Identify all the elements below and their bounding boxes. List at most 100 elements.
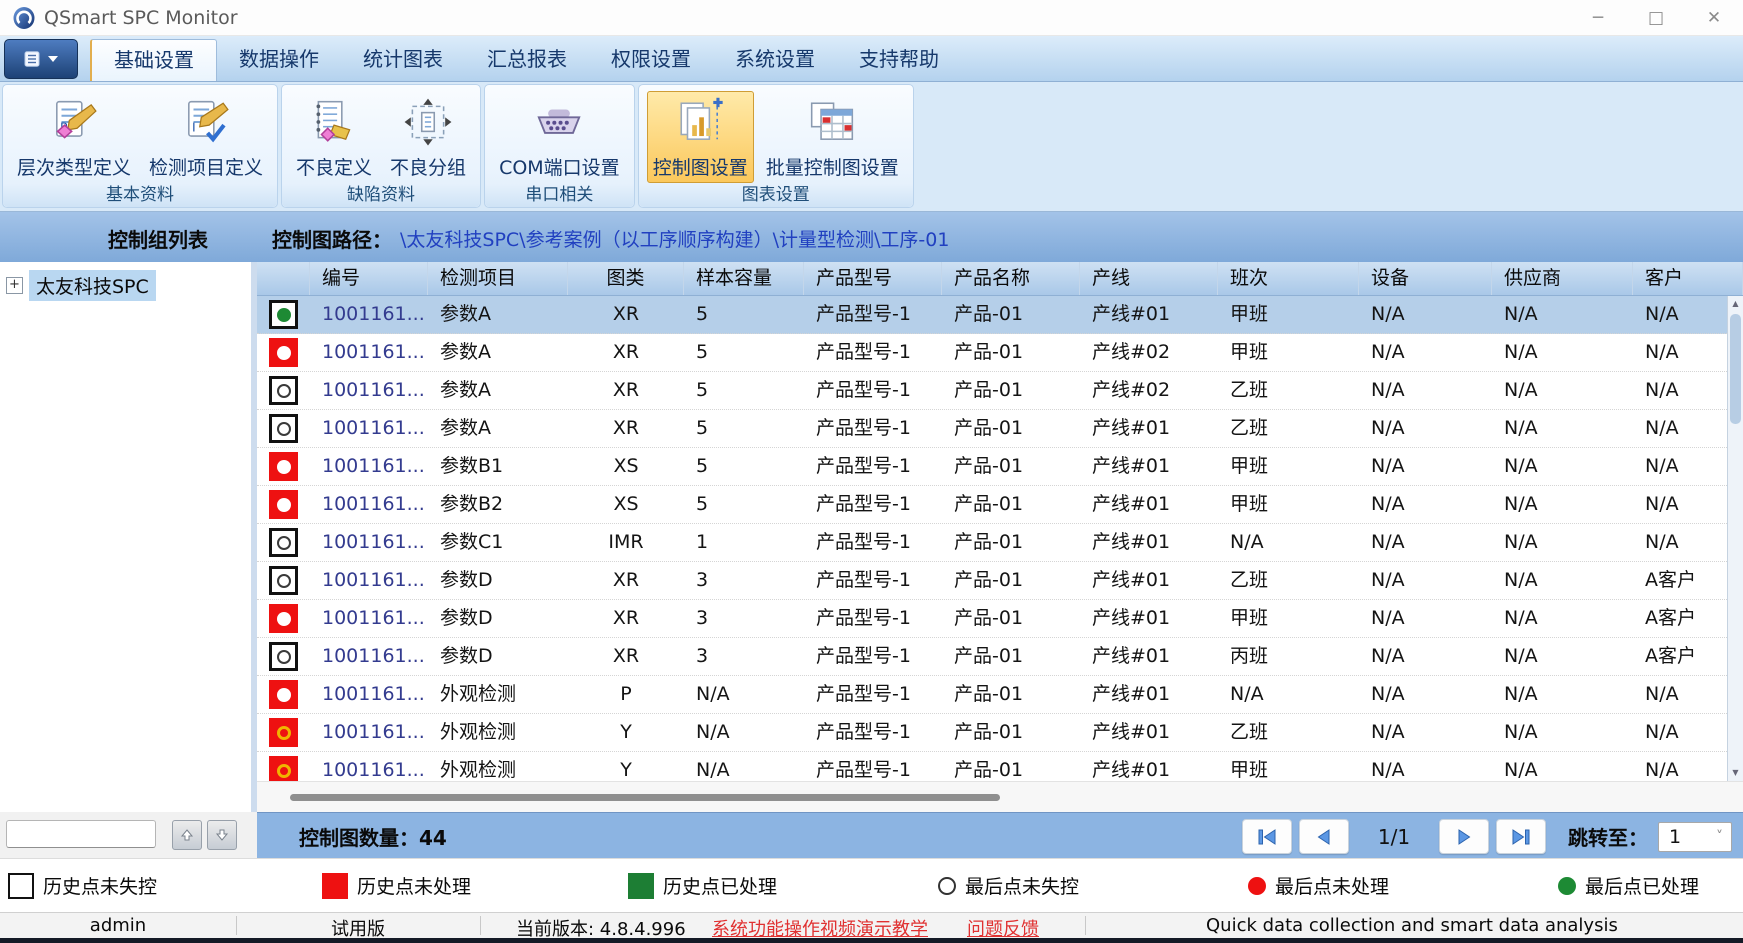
file-menu-button[interactable] (4, 39, 78, 79)
column-header-supplier[interactable]: 供应商 (1492, 262, 1633, 295)
cell-supplier: N/A (1492, 296, 1633, 333)
tab-support-help[interactable]: 支持帮助 (837, 39, 961, 81)
maximize-button[interactable]: □ (1627, 0, 1685, 36)
cell-chart-type: XR (568, 334, 684, 371)
scroll-down-icon[interactable]: ▼ (1728, 765, 1743, 781)
ribbon-button-batch-control-chart-settings[interactable]: 批量控制图设置 (760, 91, 905, 183)
cell-shift: N/A (1218, 676, 1359, 713)
scroll-up-icon[interactable]: ▲ (1728, 296, 1743, 312)
next-page-button[interactable] (1439, 819, 1489, 854)
ribbon-group-serial-port: COM端口设置串口相关 (484, 84, 635, 208)
column-header-chart-type[interactable]: 图类 (568, 262, 684, 295)
table-row[interactable]: 1001161...参数AXR5产品型号-1产品-01产线#02甲班N/AN/A… (257, 334, 1743, 372)
table-header: 编号检测项目图类样本容量产品型号产品名称产线班次设备供应商客户 (257, 262, 1743, 296)
table-row[interactable]: 1001161...外观检测YN/A产品型号-1产品-01产线#01乙班N/AN… (257, 714, 1743, 752)
legend-swatch-c-hollow (938, 877, 956, 895)
ribbon-button-control-chart-settings[interactable]: 控制图设置 (647, 91, 754, 183)
ribbon-button-inspection-item-define[interactable]: I检测项目定义 (143, 91, 269, 183)
prev-page-button[interactable] (1299, 819, 1349, 854)
cell-shift: 甲班 (1218, 334, 1359, 371)
ribbon-button-com-port-settings[interactable]: COM端口设置 (493, 91, 626, 183)
ribbon-group-label: 串口相关 (485, 184, 634, 207)
table-row[interactable]: 1001161...参数DXR3产品型号-1产品-01产线#01乙班N/AN/A… (257, 562, 1743, 600)
ribbon-groups: P层次类型定义I检测项目定义基本资料不良定义不良分组缺陷资料COM端口设置串口相… (0, 82, 1743, 212)
cell-sample-size: 3 (684, 638, 804, 675)
legend-item-last-handled: 最后点已处理 (1558, 872, 1699, 899)
table-row[interactable]: 1001161...参数DXR3产品型号-1产品-01产线#01丙班N/AN/A… (257, 638, 1743, 676)
table-row[interactable]: 1001161...参数B2XS5产品型号-1产品-01产线#01甲班N/AN/… (257, 486, 1743, 524)
jump-to-combobox[interactable]: 1˅ (1658, 822, 1732, 852)
cell-device: N/A (1359, 600, 1492, 637)
cell-device: N/A (1359, 410, 1492, 447)
cell-chart-type: XS (568, 448, 684, 485)
table-row[interactable]: 1001161...参数AXR5产品型号-1产品-01产线#01甲班N/AN/A… (257, 296, 1743, 334)
column-header-item[interactable]: 检测项目 (428, 262, 568, 295)
tree-node-root[interactable]: 太友科技SPC (29, 270, 156, 301)
jump-to-label: 跳转至： (1568, 822, 1648, 851)
cell-item: 参数A (428, 410, 568, 447)
minimize-button[interactable]: ─ (1569, 0, 1627, 36)
cell-item: 参数B1 (428, 448, 568, 485)
defect-define-icon (306, 94, 362, 150)
cell-item: 外观检测 (428, 714, 568, 751)
column-header-id[interactable]: 编号 (310, 262, 428, 295)
last-page-button[interactable] (1496, 819, 1546, 854)
table-row[interactable]: 1001161...参数AXR5产品型号-1产品-01产线#01乙班N/AN/A… (257, 410, 1743, 448)
table-row[interactable]: 1001161...参数C1IMR1产品型号-1产品-01产线#01N/AN/A… (257, 524, 1743, 562)
horizontal-scrollbar[interactable] (257, 781, 1743, 812)
legend-swatch-c-green (1558, 877, 1576, 895)
tab-summary-reports[interactable]: 汇总报表 (465, 39, 589, 81)
table-row[interactable]: 1001161...外观检测PN/A产品型号-1产品-01产线#01N/AN/A… (257, 676, 1743, 714)
ribbon-button-hierarchy-type-define[interactable]: P层次类型定义 (11, 91, 137, 183)
cell-line: 产线#01 (1080, 410, 1218, 447)
cell-id: 1001161... (310, 448, 428, 485)
legend-swatch-sq-red (322, 873, 348, 899)
column-header-shift[interactable]: 班次 (1218, 262, 1359, 295)
cell-supplier: N/A (1492, 334, 1633, 371)
tab-permission-settings[interactable]: 权限设置 (589, 39, 713, 81)
hierarchy-type-define-icon: P (46, 94, 102, 150)
vertical-scrollbar-thumb[interactable] (1730, 314, 1741, 424)
chart-path-link[interactable]: \太友科技SPC\参考案例（以工序顺序构建）\计量型检测\工序-01 (400, 225, 949, 252)
cell-device: N/A (1359, 676, 1492, 713)
column-header-product-model[interactable]: 产品型号 (804, 262, 942, 295)
first-page-button[interactable] (1242, 819, 1292, 854)
status-icon-red-yellow-ring (257, 752, 310, 781)
tab-data-operation[interactable]: 数据操作 (217, 39, 341, 81)
ribbon-button-defect-define[interactable]: 不良定义 (290, 91, 378, 183)
status-square (269, 566, 298, 595)
cell-product-name: 产品-01 (942, 410, 1080, 447)
legend-label: 最后点未失控 (965, 872, 1079, 899)
column-header-status[interactable] (257, 262, 310, 295)
cell-shift: 甲班 (1218, 600, 1359, 637)
table-row[interactable]: 1001161...参数AXR5产品型号-1产品-01产线#02乙班N/AN/A… (257, 372, 1743, 410)
cell-line: 产线#01 (1080, 638, 1218, 675)
column-header-line[interactable]: 产线 (1080, 262, 1218, 295)
column-header-product-name[interactable]: 产品名称 (942, 262, 1080, 295)
cell-chart-type: XS (568, 486, 684, 523)
column-header-device[interactable]: 设备 (1359, 262, 1492, 295)
search-down-button[interactable] (207, 820, 237, 850)
column-header-sample-size[interactable]: 样本容量 (684, 262, 804, 295)
column-header-customer[interactable]: 客户 (1633, 262, 1743, 295)
table-row[interactable]: 1001161...参数B1XS5产品型号-1产品-01产线#01甲班N/AN/… (257, 448, 1743, 486)
ribbon-button-defect-group[interactable]: 不良分组 (384, 91, 472, 183)
search-up-button[interactable] (172, 820, 202, 850)
status-square (269, 490, 298, 519)
tab-basic-settings[interactable]: 基础设置 (90, 39, 217, 81)
cell-product-name: 产品-01 (942, 296, 1080, 333)
status-square (269, 300, 298, 329)
tree-expander-plus-icon[interactable]: + (6, 277, 23, 294)
tab-system-settings[interactable]: 系统设置 (713, 39, 837, 81)
tree-search-input[interactable] (6, 820, 156, 848)
cell-product-name: 产品-01 (942, 524, 1080, 561)
ribbon-group-basic-data: P层次类型定义I检测项目定义基本资料 (2, 84, 278, 208)
tab-statistics-charts[interactable]: 统计图表 (341, 39, 465, 81)
table-row[interactable]: 1001161...参数DXR3产品型号-1产品-01产线#01甲班N/AN/A… (257, 600, 1743, 638)
cell-shift: 丙班 (1218, 638, 1359, 675)
vertical-scrollbar[interactable]: ▲ ▼ (1727, 296, 1743, 781)
table-row[interactable]: 1001161...外观检测YN/A产品型号-1产品-01产线#01甲班N/AN… (257, 752, 1743, 781)
close-button[interactable]: ✕ (1685, 0, 1743, 36)
horizontal-scrollbar-thumb[interactable] (290, 794, 1000, 801)
cell-shift: 甲班 (1218, 752, 1359, 781)
